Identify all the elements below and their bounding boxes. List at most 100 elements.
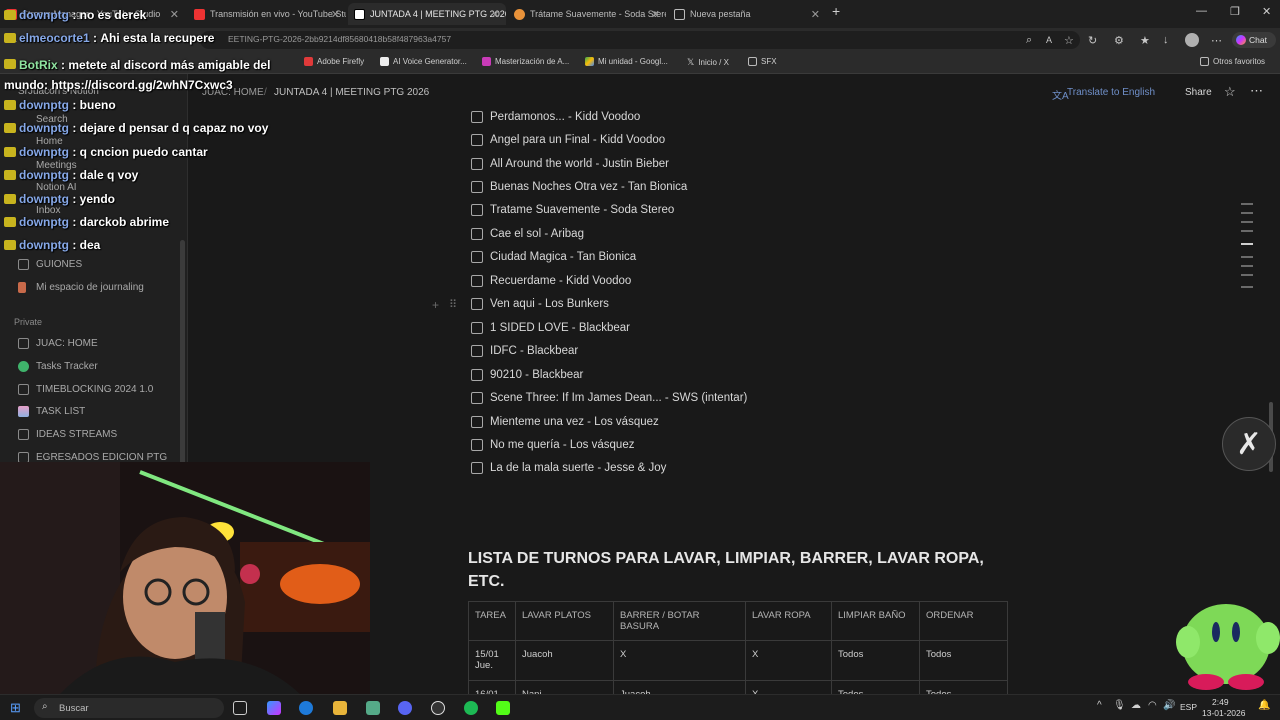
task-view-icon[interactable] [233, 701, 247, 715]
checkbox[interactable] [471, 275, 483, 287]
more-menu-icon[interactable]: ⋯ [1211, 34, 1222, 47]
spotify-icon[interactable] [464, 701, 478, 715]
obs-icon[interactable] [431, 701, 445, 715]
table-cell[interactable]: Juacoh [515, 640, 614, 681]
url-text[interactable]: EETING-PTG-2026-2bb9214df85680418b58f487… [228, 34, 451, 44]
bookmark-sfx[interactable]: SFX [748, 57, 777, 66]
sidebar-item-journaling[interactable]: Mi espacio de journaling [18, 282, 144, 293]
todo-text[interactable]: Perdamonos... - Kidd Voodoo [490, 111, 640, 123]
bookmark-adobe-firefly[interactable]: Adobe Firefly [304, 57, 364, 66]
clock-date[interactable]: 13-01-2026 [1202, 708, 1245, 718]
column-header[interactable]: ORDENAR [919, 601, 1008, 641]
bookmark-ai-voice[interactable]: AI Voice Generator... [380, 57, 467, 66]
todo-item[interactable]: Perdamonos... - Kidd Voodoo [471, 111, 640, 123]
discord-icon[interactable] [398, 701, 412, 715]
todo-item[interactable]: Mienteme una vez - Los vásquez [471, 416, 659, 428]
checkbox[interactable] [471, 181, 483, 193]
windows-start-icon[interactable]: ⊞ [10, 700, 21, 716]
table-cell[interactable]: Todos [919, 640, 1008, 681]
checkbox[interactable] [471, 462, 483, 474]
close-icon[interactable]: ✕ [811, 8, 820, 21]
sidebar-item-juac-home[interactable]: JUAC: HOME [18, 338, 98, 349]
todo-text[interactable]: Ciudad Magica - Tan Bionica [490, 251, 636, 263]
todo-text[interactable]: Cae el sol - Aribag [490, 228, 584, 240]
todo-item[interactable]: Angel para un Final - Kidd Voodoo [471, 134, 665, 146]
bookmark-mi-unidad[interactable]: Mi unidad - Googl... [585, 57, 668, 66]
checkbox[interactable] [471, 158, 483, 170]
todo-item[interactable]: Tratame Suavemente - Soda Stereo [471, 204, 674, 216]
share-button[interactable]: Share [1185, 87, 1212, 98]
checkbox[interactable] [471, 228, 483, 240]
todo-item[interactable]: 1 SIDED LOVE - Blackbear [471, 322, 630, 334]
checkbox[interactable] [471, 251, 483, 263]
close-window-button[interactable]: ✕ [1262, 5, 1271, 18]
table-cell[interactable]: 15/01 Jue. [468, 640, 516, 681]
todo-text[interactable]: 90210 - Blackbear [490, 369, 583, 381]
todo-text[interactable]: Recuerdame - Kidd Voodoo [490, 275, 631, 287]
tab-new-tab[interactable]: Nueva pestaña ✕ [668, 3, 826, 25]
other-bookmarks[interactable]: Otros favoritos [1200, 57, 1265, 66]
sidebar-item-task-list[interactable]: TASK LIST [18, 406, 85, 417]
todo-text[interactable]: 1 SIDED LOVE - Blackbear [490, 322, 630, 334]
favorite-star-icon[interactable]: ☆ [1224, 84, 1236, 100]
taskbar-search[interactable]: ⌕ Buscar [34, 698, 224, 718]
bookmark-masterizacion[interactable]: Masterización de A... [482, 57, 569, 66]
column-header[interactable]: TAREA [468, 601, 516, 641]
read-aloud-icon[interactable]: A [1046, 35, 1052, 45]
sidebar-scrollbar[interactable] [180, 240, 185, 465]
section-heading[interactable]: LISTA DE TURNOS PARA LAVAR, LIMPIAR, BAR… [468, 547, 988, 593]
refresh-icon[interactable]: ↻ [1088, 34, 1097, 47]
notification-bell-icon[interactable]: 🔔 [1258, 700, 1270, 711]
checkbox[interactable] [471, 204, 483, 216]
tab-youtube-studio[interactable]: Transmisión en vivo - YouTube Stu ✕ [188, 3, 346, 25]
todo-item[interactable]: Buenas Noches Otra vez - Tan Bionica [471, 181, 687, 193]
language-indicator[interactable]: ESP [1180, 702, 1197, 712]
more-options-icon[interactable]: ⋯ [1250, 83, 1263, 99]
kick-icon[interactable] [496, 701, 510, 715]
checkbox[interactable] [471, 322, 483, 334]
zoom-icon[interactable]: ⌕ [1026, 34, 1032, 47]
checkbox[interactable] [471, 111, 483, 123]
drag-handle-icon[interactable]: ⠿ [449, 298, 457, 311]
minimize-button[interactable]: — [1196, 5, 1207, 17]
todo-text[interactable]: Ven aqui - Los Bunkers [490, 298, 609, 310]
todo-item[interactable]: Ven aqui - Los Bunkers [471, 298, 609, 310]
edge-icon[interactable] [299, 701, 313, 715]
checkbox[interactable] [471, 298, 483, 310]
todo-text[interactable]: Mienteme una vez - Los vásquez [490, 416, 659, 428]
todo-text[interactable]: La de la mala suerte - Jesse & Joy [490, 462, 666, 474]
profile-avatar[interactable] [1185, 33, 1199, 47]
todo-item[interactable]: Recuerdame - Kidd Voodoo [471, 275, 631, 287]
favorite-star-icon[interactable]: ☆ [1064, 34, 1074, 47]
todo-text[interactable]: All Around the world - Justin Bieber [490, 158, 669, 170]
checkbox[interactable] [471, 345, 483, 357]
column-header[interactable]: LAVAR ROPA [745, 601, 832, 641]
sidebar-item-guiones[interactable]: GUIONES [18, 259, 82, 270]
add-block-icon[interactable]: + [432, 298, 439, 312]
sidebar-item-ideas-streams[interactable]: IDEAS STREAMS [18, 429, 117, 440]
bookmark-x[interactable]: 𝕏 Inicio / X [687, 57, 729, 68]
todo-item[interactable]: No me quería - Los vásquez [471, 439, 634, 451]
close-icon[interactable]: ✕ [651, 8, 660, 21]
column-header[interactable]: BARRER / BOTAR BASURA [613, 601, 746, 641]
close-icon[interactable]: ✕ [491, 8, 500, 21]
checkbox[interactable] [471, 369, 483, 381]
favorites-icon[interactable]: ★ [1140, 34, 1150, 47]
column-header[interactable]: LAVAR PLATOS [515, 601, 614, 641]
copilot-chat-button[interactable]: Chat [1232, 32, 1276, 48]
table-cell[interactable]: Todos [831, 640, 920, 681]
close-icon[interactable]: ✕ [170, 8, 179, 21]
column-header[interactable]: LIMPIAR BAÑO [831, 601, 920, 641]
todo-text[interactable]: IDFC - Blackbear [490, 345, 578, 357]
todo-text[interactable]: Tratame Suavemente - Soda Stereo [490, 204, 674, 216]
todo-text[interactable]: Scene Three: If Im James Dean... - SWS (… [490, 392, 747, 404]
file-explorer-icon[interactable] [333, 701, 347, 715]
wifi-icon[interactable]: ◠ [1148, 700, 1157, 711]
copilot-icon[interactable] [267, 701, 281, 715]
download-icon[interactable]: ↓ [1163, 34, 1169, 46]
table-cell[interactable]: X [745, 640, 832, 681]
todo-text[interactable]: Buenas Noches Otra vez - Tan Bionica [490, 181, 687, 193]
new-tab-button[interactable]: + [832, 3, 840, 19]
todo-text[interactable]: No me quería - Los vásquez [490, 439, 634, 451]
todo-item[interactable]: 90210 - Blackbear [471, 369, 583, 381]
